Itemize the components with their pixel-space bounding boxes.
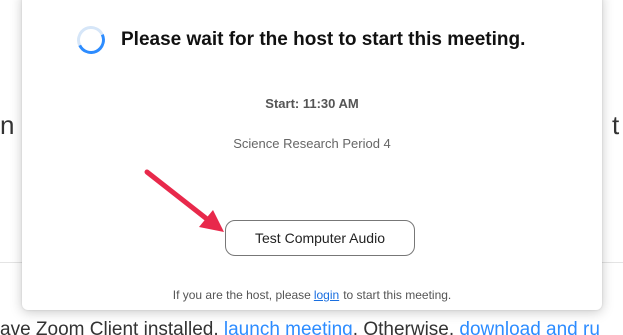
dialog-header: Please wait for the host to start this m… — [73, 22, 526, 58]
meeting-name: Science Research Period 4 — [233, 136, 391, 151]
browser-page: n t ave Zoom Client installed, launch me… — [0, 0, 623, 335]
host-login-note: If you are the host, please login to start… — [22, 288, 602, 302]
test-computer-audio-button[interactable]: Test Computer Audio — [225, 220, 415, 256]
background-text-prefix: ave Zoom Client installed, — [0, 319, 224, 335]
download-link[interactable]: download and ru — [459, 319, 600, 335]
launch-meeting-link[interactable]: launch meeting — [224, 319, 353, 335]
host-note-suffix: to start this meeting. — [343, 288, 452, 302]
waiting-for-host-dialog: Please wait for the host to start this m… — [22, 0, 602, 310]
loading-spinner-icon — [73, 22, 109, 58]
background-text-middle: . Otherwise, — [352, 319, 460, 335]
login-link[interactable]: login — [314, 288, 339, 302]
dialog-title: Please wait for the host to start this m… — [121, 29, 526, 50]
background-instructions: ave Zoom Client installed, launch meetin… — [0, 318, 600, 335]
background-text-fragment-right: t — [612, 110, 620, 140]
host-note-prefix: If you are the host, please — [172, 288, 311, 302]
background-text-fragment-left: n — [0, 110, 15, 140]
meeting-start-time: Start: 11:30 AM — [265, 96, 359, 111]
